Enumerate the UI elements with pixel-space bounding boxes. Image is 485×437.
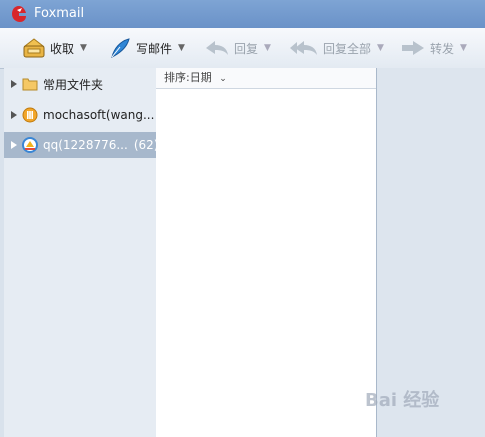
receive-dropdown-icon[interactable]: ▼: [80, 43, 87, 53]
expand-arrow-icon[interactable]: [11, 80, 17, 88]
sidebar-item-label: 常用文件夹: [43, 77, 104, 92]
baidu-watermark: Bai 经验: [365, 386, 475, 426]
folder-icon: [22, 78, 38, 91]
compose-button[interactable]: 写邮件 ▼: [108, 28, 185, 68]
forward-label: 转发: [430, 41, 455, 56]
chevron-down-icon: ⌄: [219, 74, 227, 84]
receive-label: 收取: [50, 41, 75, 56]
account-sidebar: 常用文件夹 mochasoft(wang... qq(1228776... (6…: [4, 68, 157, 437]
sidebar-item-mochasoft[interactable]: mochasoft(wang...: [4, 102, 156, 128]
reply-label: 回复: [234, 41, 259, 56]
reply-button[interactable]: 回复 ▼: [204, 28, 271, 68]
sidebar-item-qq[interactable]: qq(1228776... (62): [4, 132, 156, 158]
title-bar: Foxmail: [0, 0, 485, 28]
sort-label: 排序:日期: [164, 71, 212, 84]
toolbar: 收取 ▼ 写邮件 ▼ 回复 ▼ 回复全部 ▼ 转发 ▼: [0, 28, 485, 69]
reply-all-arrow-icon: [290, 41, 317, 55]
sidebar-item-label: qq(1228776...: [43, 138, 128, 152]
inbox-tray-icon: [23, 38, 45, 58]
forward-arrow-icon: [402, 41, 424, 55]
qq-mail-icon: [22, 137, 38, 153]
forward-button[interactable]: 转发 ▼: [400, 28, 467, 68]
sidebar-item-common-folders[interactable]: 常用文件夹: [4, 71, 156, 97]
expand-arrow-icon[interactable]: [11, 141, 17, 149]
receive-button[interactable]: 收取 ▼: [22, 28, 87, 68]
compose-label: 写邮件: [136, 41, 173, 56]
message-list[interactable]: 排序:日期 ⌄: [156, 68, 377, 437]
watermark-text: Bai 经验: [365, 390, 440, 411]
compose-dropdown-icon[interactable]: ▼: [178, 43, 185, 53]
foxmail-logo-icon: [12, 6, 26, 22]
sort-dropdown[interactable]: 排序:日期 ⌄: [156, 68, 376, 89]
reply-dropdown-icon[interactable]: ▼: [264, 43, 271, 53]
expand-arrow-icon[interactable]: [11, 111, 17, 119]
window-title: Foxmail: [34, 6, 85, 21]
preview-pane: [377, 68, 485, 437]
sidebar-item-label: mochasoft(wang...: [43, 108, 155, 122]
reply-arrow-icon: [206, 41, 228, 55]
reply-all-button[interactable]: 回复全部 ▼: [289, 28, 384, 68]
reply-all-label: 回复全部: [323, 41, 372, 56]
unread-count: (62): [133, 138, 156, 152]
quill-pen-icon: [111, 38, 130, 58]
forward-dropdown-icon[interactable]: ▼: [460, 43, 467, 53]
account-avatar-icon: [22, 107, 38, 123]
reply-all-dropdown-icon[interactable]: ▼: [377, 43, 384, 53]
